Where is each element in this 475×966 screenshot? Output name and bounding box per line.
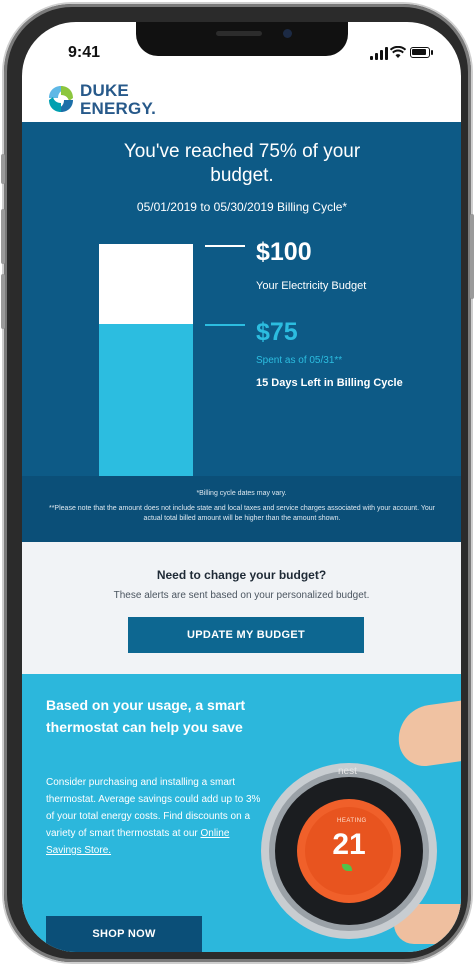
taxes-disclaimer: **Please note that the amount does not i… bbox=[48, 505, 436, 522]
thermostat-mode: HEATING bbox=[337, 818, 367, 824]
budget-label: Your Electricity Budget bbox=[256, 280, 367, 292]
promo-body: Consider purchasing and installing a sma… bbox=[46, 774, 266, 859]
change-budget-section: Need to change your budget? These alerts… bbox=[22, 542, 461, 674]
status-icons bbox=[370, 46, 440, 60]
notch bbox=[136, 22, 348, 56]
spent-label: Spent as of 05/31** bbox=[256, 355, 343, 366]
speaker bbox=[216, 31, 262, 36]
battery-icon bbox=[410, 47, 430, 58]
thermostat-image: nest HEATING 21 bbox=[244, 746, 454, 952]
duke-energy-logo-icon bbox=[49, 86, 73, 112]
status-time: 9:41 bbox=[68, 44, 101, 61]
thermostat-temperature: 21 bbox=[332, 828, 366, 861]
power-button bbox=[470, 214, 474, 299]
change-budget-title: Need to change your budget? bbox=[156, 568, 327, 582]
billing-disclaimer: *Billing cycle dates may vary. bbox=[196, 490, 287, 497]
volume-up-button bbox=[1, 209, 5, 264]
wifi-icon bbox=[390, 46, 406, 58]
battery-tip bbox=[431, 50, 433, 55]
alert-title: You've reached 75% of your budget. bbox=[123, 141, 361, 186]
disclaimer-block: *Billing cycle dates may vary. **Please … bbox=[22, 476, 461, 542]
promo-title: Based on your usage, a smart thermostat … bbox=[46, 697, 246, 735]
thermostat-promo-section: Based on your usage, a smart thermostat … bbox=[22, 674, 461, 952]
logo-text: DUKE ENERGY. bbox=[80, 81, 157, 118]
spent-marker-line bbox=[205, 324, 245, 326]
budget-alert-section: You've reached 75% of your budget. 05/01… bbox=[22, 122, 461, 542]
thermostat-brand: nest bbox=[338, 766, 357, 777]
spent-amount: $75 bbox=[256, 318, 298, 346]
volume-down-button bbox=[1, 274, 5, 329]
mute-switch bbox=[1, 154, 5, 184]
shop-now-button[interactable]: SHOP NOW bbox=[46, 916, 202, 952]
phone-frame: 9:41 DUKE ENERGY. You've reached 75% of … bbox=[1, 4, 474, 962]
budget-bar-remaining bbox=[99, 244, 193, 324]
phone-screen: 9:41 DUKE ENERGY. You've reached 75% of … bbox=[22, 22, 461, 952]
budget-bar-spent bbox=[99, 324, 193, 476]
billing-cycle-text: 05/01/2019 to 05/30/2019 Billing Cycle* bbox=[136, 200, 348, 214]
budget-amount: $100 bbox=[256, 238, 312, 266]
front-camera bbox=[283, 29, 292, 38]
change-budget-subtitle: These alerts are sent based on your pers… bbox=[113, 590, 370, 601]
days-left-label: 15 Days Left in Billing Cycle bbox=[256, 377, 403, 389]
budget-marker-line bbox=[205, 245, 245, 247]
update-budget-button[interactable]: UPDATE MY BUDGET bbox=[128, 617, 364, 653]
